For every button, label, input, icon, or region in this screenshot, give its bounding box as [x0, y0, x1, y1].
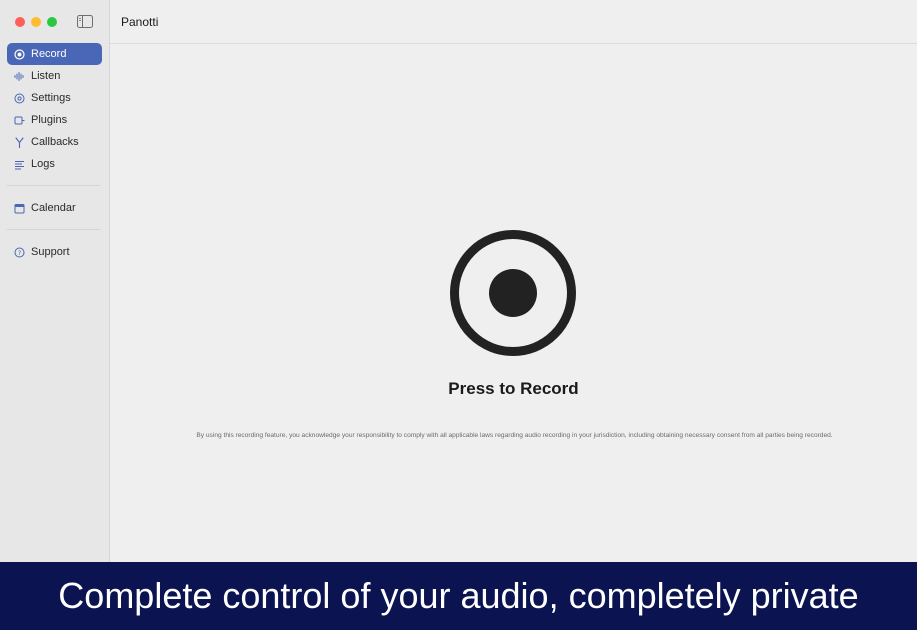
sidebar-item-calendar[interactable]: Calendar: [7, 197, 102, 219]
sidebar-item-label: Settings: [31, 92, 71, 104]
sidebar-item-label: Logs: [31, 158, 55, 170]
title-bar: Panotti: [110, 0, 917, 44]
waveform-icon: [14, 71, 25, 82]
sidebar-divider: [7, 229, 100, 230]
recording-disclaimer: By using this recording feature, you ack…: [196, 432, 833, 439]
sidebar: Record Listen Settings Plugins Callbacks…: [0, 0, 110, 562]
sidebar-item-settings[interactable]: Settings: [7, 87, 102, 109]
promo-caption: Complete control of your audio, complete…: [0, 562, 917, 630]
record-icon: [14, 48, 25, 60]
sidebar-toggle-icon[interactable]: [77, 15, 93, 28]
sidebar-item-label: Callbacks: [31, 136, 79, 148]
record-label: Press to Record: [448, 379, 579, 398]
settings-icon: [14, 93, 25, 104]
sidebar-item-support[interactable]: ? Support: [7, 241, 102, 263]
minimize-window-button[interactable]: [31, 17, 41, 27]
sidebar-item-label: Record: [31, 48, 67, 60]
app-window: Record Listen Settings Plugins Callbacks…: [0, 0, 917, 562]
window-title: Panotti: [121, 15, 159, 29]
maximize-window-button[interactable]: [47, 17, 57, 27]
sidebar-item-label: Calendar: [31, 202, 76, 214]
record-dot-icon: [489, 269, 537, 317]
sidebar-divider: [7, 185, 100, 186]
svg-text:?: ?: [18, 249, 21, 257]
sidebar-item-label: Support: [31, 246, 70, 258]
sidebar-item-logs[interactable]: Logs: [7, 153, 102, 175]
sidebar-item-plugins[interactable]: Plugins: [7, 109, 102, 131]
sidebar-nav: Record Listen Settings Plugins Callbacks…: [7, 43, 102, 263]
sidebar-item-label: Plugins: [31, 114, 68, 126]
sidebar-item-callbacks[interactable]: Callbacks: [7, 131, 102, 153]
list-icon: [14, 159, 25, 170]
sidebar-item-listen[interactable]: Listen: [7, 65, 102, 87]
close-window-button[interactable]: [15, 17, 25, 27]
fork-icon: [14, 136, 25, 148]
sidebar-item-label: Listen: [31, 70, 61, 82]
sidebar-item-record[interactable]: Record: [7, 43, 102, 65]
calendar-icon: [14, 203, 25, 214]
record-button[interactable]: [450, 230, 576, 356]
help-icon: ?: [14, 247, 25, 258]
plugin-icon: [14, 115, 25, 126]
